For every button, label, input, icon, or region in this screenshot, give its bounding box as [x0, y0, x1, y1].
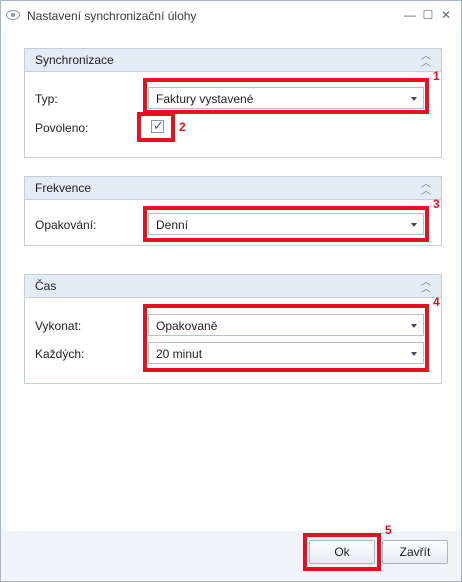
annotation-number: 4: [433, 295, 440, 309]
chevron-double-up-icon[interactable]: ︿ ︿: [419, 180, 433, 197]
group-title: Čas: [35, 279, 57, 293]
chevron-double-up-icon[interactable]: ︿ ︿: [419, 278, 433, 295]
type-label: Typ:: [35, 92, 58, 106]
annotation-number: 2: [179, 120, 186, 134]
highlight-box-1: [143, 78, 429, 114]
chevron-double-up-icon[interactable]: ︿ ︿: [419, 52, 433, 69]
annotation-number: 5: [385, 523, 392, 537]
group-title: Synchronizace: [35, 53, 114, 67]
close-button[interactable]: Zavřít: [382, 540, 448, 564]
execute-label: Vykonat:: [35, 319, 82, 333]
dialog-window: Nastavení synchronizační úlohy — ☐ ✕ Syn…: [0, 0, 462, 582]
group-title: Frekvence: [35, 181, 92, 195]
highlight-box-4: [143, 304, 429, 372]
highlight-box-5: [303, 533, 381, 571]
annotation-number: 3: [433, 197, 440, 211]
button-bar: Ok Zavřít: [1, 531, 461, 581]
close-window-button[interactable]: ✕: [437, 6, 455, 24]
group-header[interactable]: Frekvence ︿ ︿: [25, 177, 441, 200]
window-title: Nastavení synchronizační úlohy: [27, 9, 197, 23]
every-label: Každých:: [35, 347, 85, 361]
highlight-box-3: [143, 206, 429, 242]
annotation-number: 1: [433, 69, 440, 83]
group-header[interactable]: Čas ︿ ︿: [25, 275, 441, 298]
enabled-label: Povoleno:: [35, 121, 89, 135]
minimize-button[interactable]: —: [401, 6, 419, 24]
group-header[interactable]: Synchronizace ︿ ︿: [25, 49, 441, 72]
title-bar[interactable]: Nastavení synchronizační úlohy — ☐ ✕: [1, 1, 461, 31]
repeat-label: Opakování:: [35, 218, 97, 232]
eye-icon: [6, 10, 20, 20]
maximize-button[interactable]: ☐: [419, 6, 437, 24]
highlight-box-2: [137, 112, 175, 142]
